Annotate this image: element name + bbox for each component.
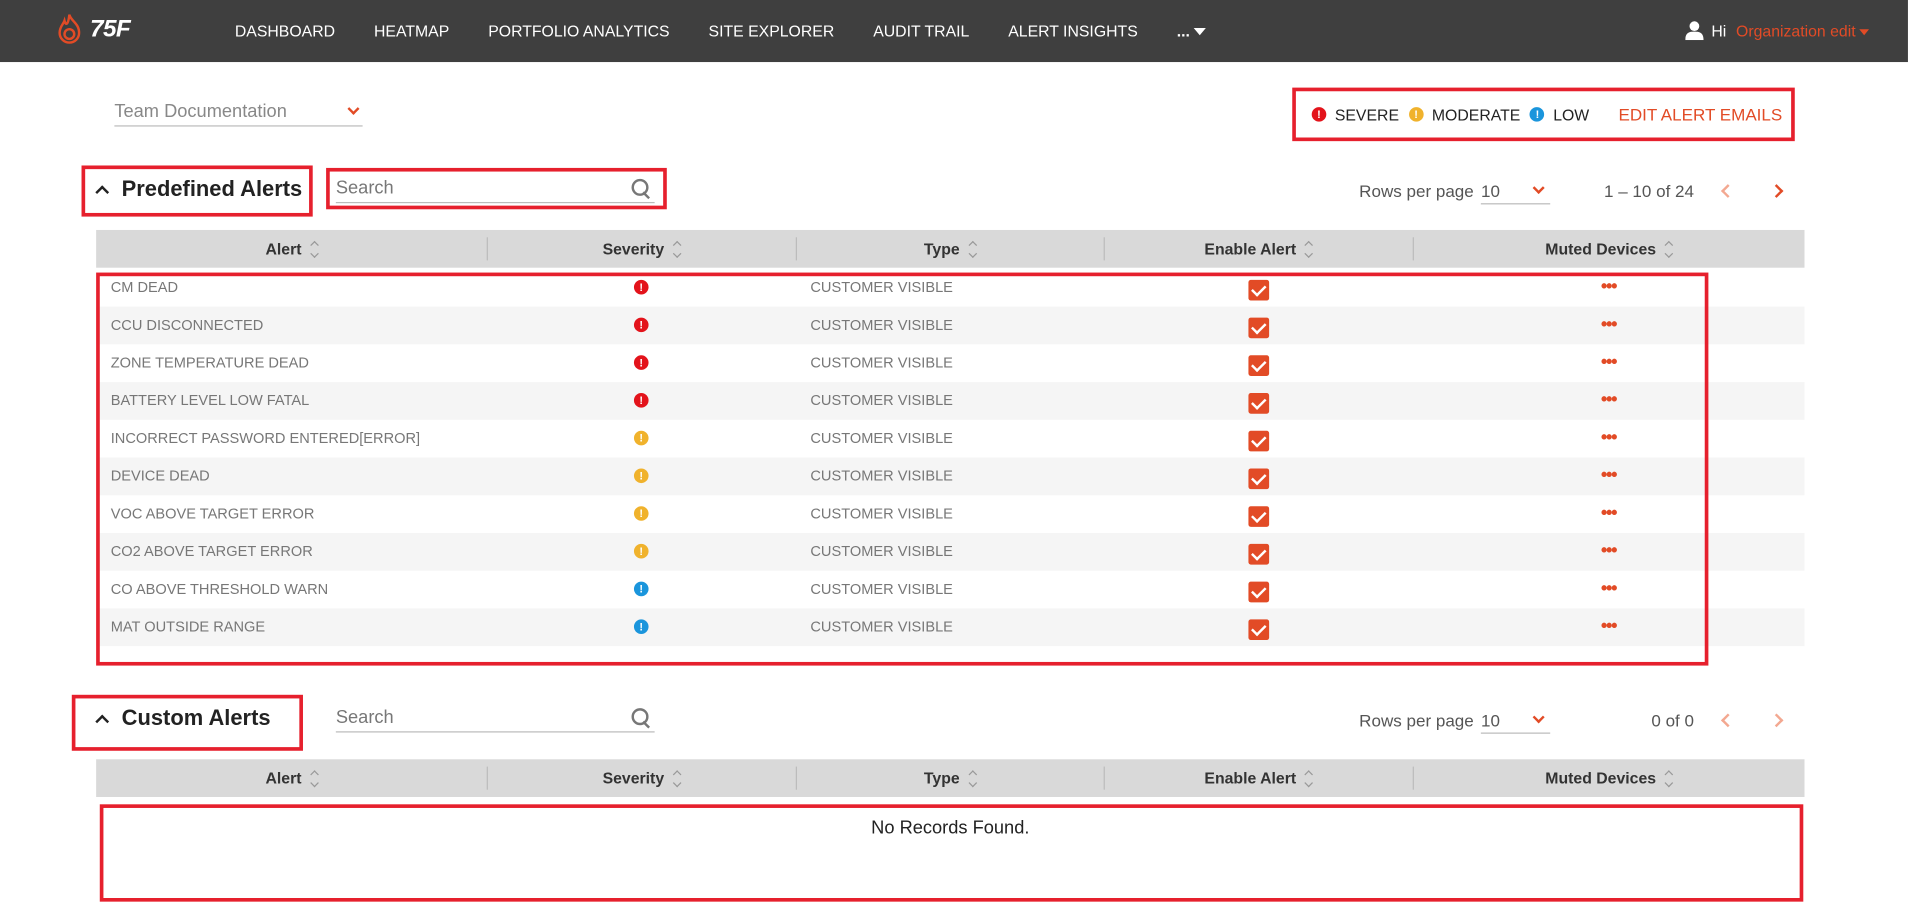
flame-logo-icon [58,14,81,44]
nav-portfolio-analytics[interactable]: PORTFOLIO ANALYTICS [488,22,669,40]
column-header-muted-devices[interactable]: Muted Devices [1412,759,1805,797]
caret-down-icon [1859,29,1870,36]
nav-dashboard[interactable]: DASHBOARD [235,22,335,40]
low-icon: ! [1530,107,1545,122]
custom-alerts-toggle[interactable]: Custom Alerts [95,706,271,732]
organization-dropdown[interactable]: Organization edit [1736,21,1856,39]
team-select[interactable]: Team Documentation [114,97,363,127]
column-label: Enable Alert [1204,769,1297,788]
custom-search [335,703,655,733]
rows-per-page-label: Rows per page [1359,710,1474,731]
predefined-alerts-title: Predefined Alerts [121,176,303,201]
predefined-table-header: Alert Severity Type Enable Alert Muted D… [96,229,1805,268]
next-page-icon[interactable] [1769,184,1784,198]
custom-search-input[interactable] [335,706,604,728]
sort-icon [310,769,319,787]
rows-per-page-select[interactable]: 10 [1481,707,1551,734]
edit-alert-emails-link[interactable]: EDIT ALERT EMAILS [1618,105,1782,124]
sort-icon [1304,240,1314,258]
custom-alerts-title: Custom Alerts [121,705,271,731]
previous-page-icon[interactable] [1721,184,1735,198]
rows-per-page-label: Rows per page [1359,181,1474,201]
chevron-up-icon [95,714,110,728]
main-nav: DASHBOARD HEATMAP PORTFOLIO ANALYTICS SI… [235,0,1206,62]
predefined-rows-highlight [96,272,1709,666]
column-header-severity[interactable]: Severity [486,230,796,268]
no-records-message: No Records Found. [871,817,1030,839]
team-select-value: Team Documentation [114,100,287,122]
column-header-enable-alert[interactable]: Enable Alert [1103,230,1413,268]
column-header-alert[interactable]: Alert [96,759,487,797]
column-header-alert[interactable]: Alert [96,230,487,268]
sort-icon [672,240,682,258]
column-header-muted-devices[interactable]: Muted Devices [1412,230,1805,268]
predefined-pagination: Rows per page 10 1 – 10 of 24 [1359,178,1784,205]
column-label: Severity [602,769,665,788]
predefined-search-input[interactable] [335,177,604,199]
nav-heatmap[interactable]: HEATMAP [374,22,449,40]
severity-legend: ! SEVERE ! MODERATE ! LOW EDIT ALERT EMA… [1311,105,1782,124]
brand-name: 75F [90,15,131,42]
nav-audit-trail[interactable]: AUDIT TRAIL [873,22,969,40]
severe-icon: ! [1311,107,1327,122]
predefined-alerts-toggle[interactable]: Predefined Alerts [95,176,302,202]
brand-logo[interactable]: 75F [54,12,131,46]
custom-pagination: Rows per page 10 0 of 0 [1359,707,1784,734]
sort-icon [1664,769,1674,787]
top-navigation-bar: 75F DASHBOARD HEATMAP PORTFOLIO ANALYTIC… [0,0,1908,63]
sort-icon [1664,240,1674,258]
column-header-enable-alert[interactable]: Enable Alert [1103,759,1413,797]
sort-icon [310,240,319,258]
sort-icon [968,240,977,258]
nav-more-menu[interactable]: ... [1177,22,1206,40]
column-label: Type [923,239,960,258]
user-menu[interactable]: Hi Organization edit [1685,21,1870,41]
user-icon [1685,21,1705,41]
sort-icon [672,769,682,787]
chevron-down-icon [1532,181,1545,195]
sort-icon [1304,769,1314,787]
rows-per-page-select[interactable]: 10 [1481,178,1551,205]
rows-per-page-value: 10 [1481,710,1501,730]
custom-table-header: Alert Severity Type Enable Alert Muted D… [96,759,1805,798]
column-label: Alert [265,769,302,788]
column-label: Alert [265,239,302,258]
nav-site-explorer[interactable]: SITE EXPLORER [709,22,835,40]
page-range: 1 – 10 of 24 [1604,181,1694,201]
page-range: 0 of 0 [1651,710,1694,731]
chevron-down-icon [347,102,360,115]
nav-more-label: ... [1176,21,1190,41]
chevron-down-icon [1532,711,1545,724]
column-label: Muted Devices [1545,239,1657,258]
column-label: Severity [602,239,665,258]
previous-page-icon[interactable] [1721,713,1735,728]
column-label: Type [923,769,960,788]
predefined-search [335,174,655,204]
legend-moderate-label: MODERATE [1431,105,1521,124]
column-label: Muted Devices [1545,769,1657,788]
column-header-type[interactable]: Type [795,230,1104,268]
chevron-up-icon [95,184,110,199]
sort-icon [968,769,977,787]
legend-severe-label: SEVERE [1334,105,1400,124]
nav-alert-insights[interactable]: ALERT INSIGHTS [1008,22,1138,40]
column-label: Enable Alert [1204,239,1297,258]
moderate-icon: ! [1408,107,1424,122]
column-header-severity[interactable]: Severity [486,759,796,797]
caret-down-icon [1193,27,1206,35]
search-icon[interactable] [630,177,652,199]
next-page-icon[interactable] [1769,713,1784,728]
legend-low-label: LOW [1553,105,1590,124]
rows-per-page-value: 10 [1481,180,1501,201]
column-header-type[interactable]: Type [795,759,1104,797]
search-icon[interactable] [630,706,652,728]
user-greeting: Hi [1711,21,1727,40]
